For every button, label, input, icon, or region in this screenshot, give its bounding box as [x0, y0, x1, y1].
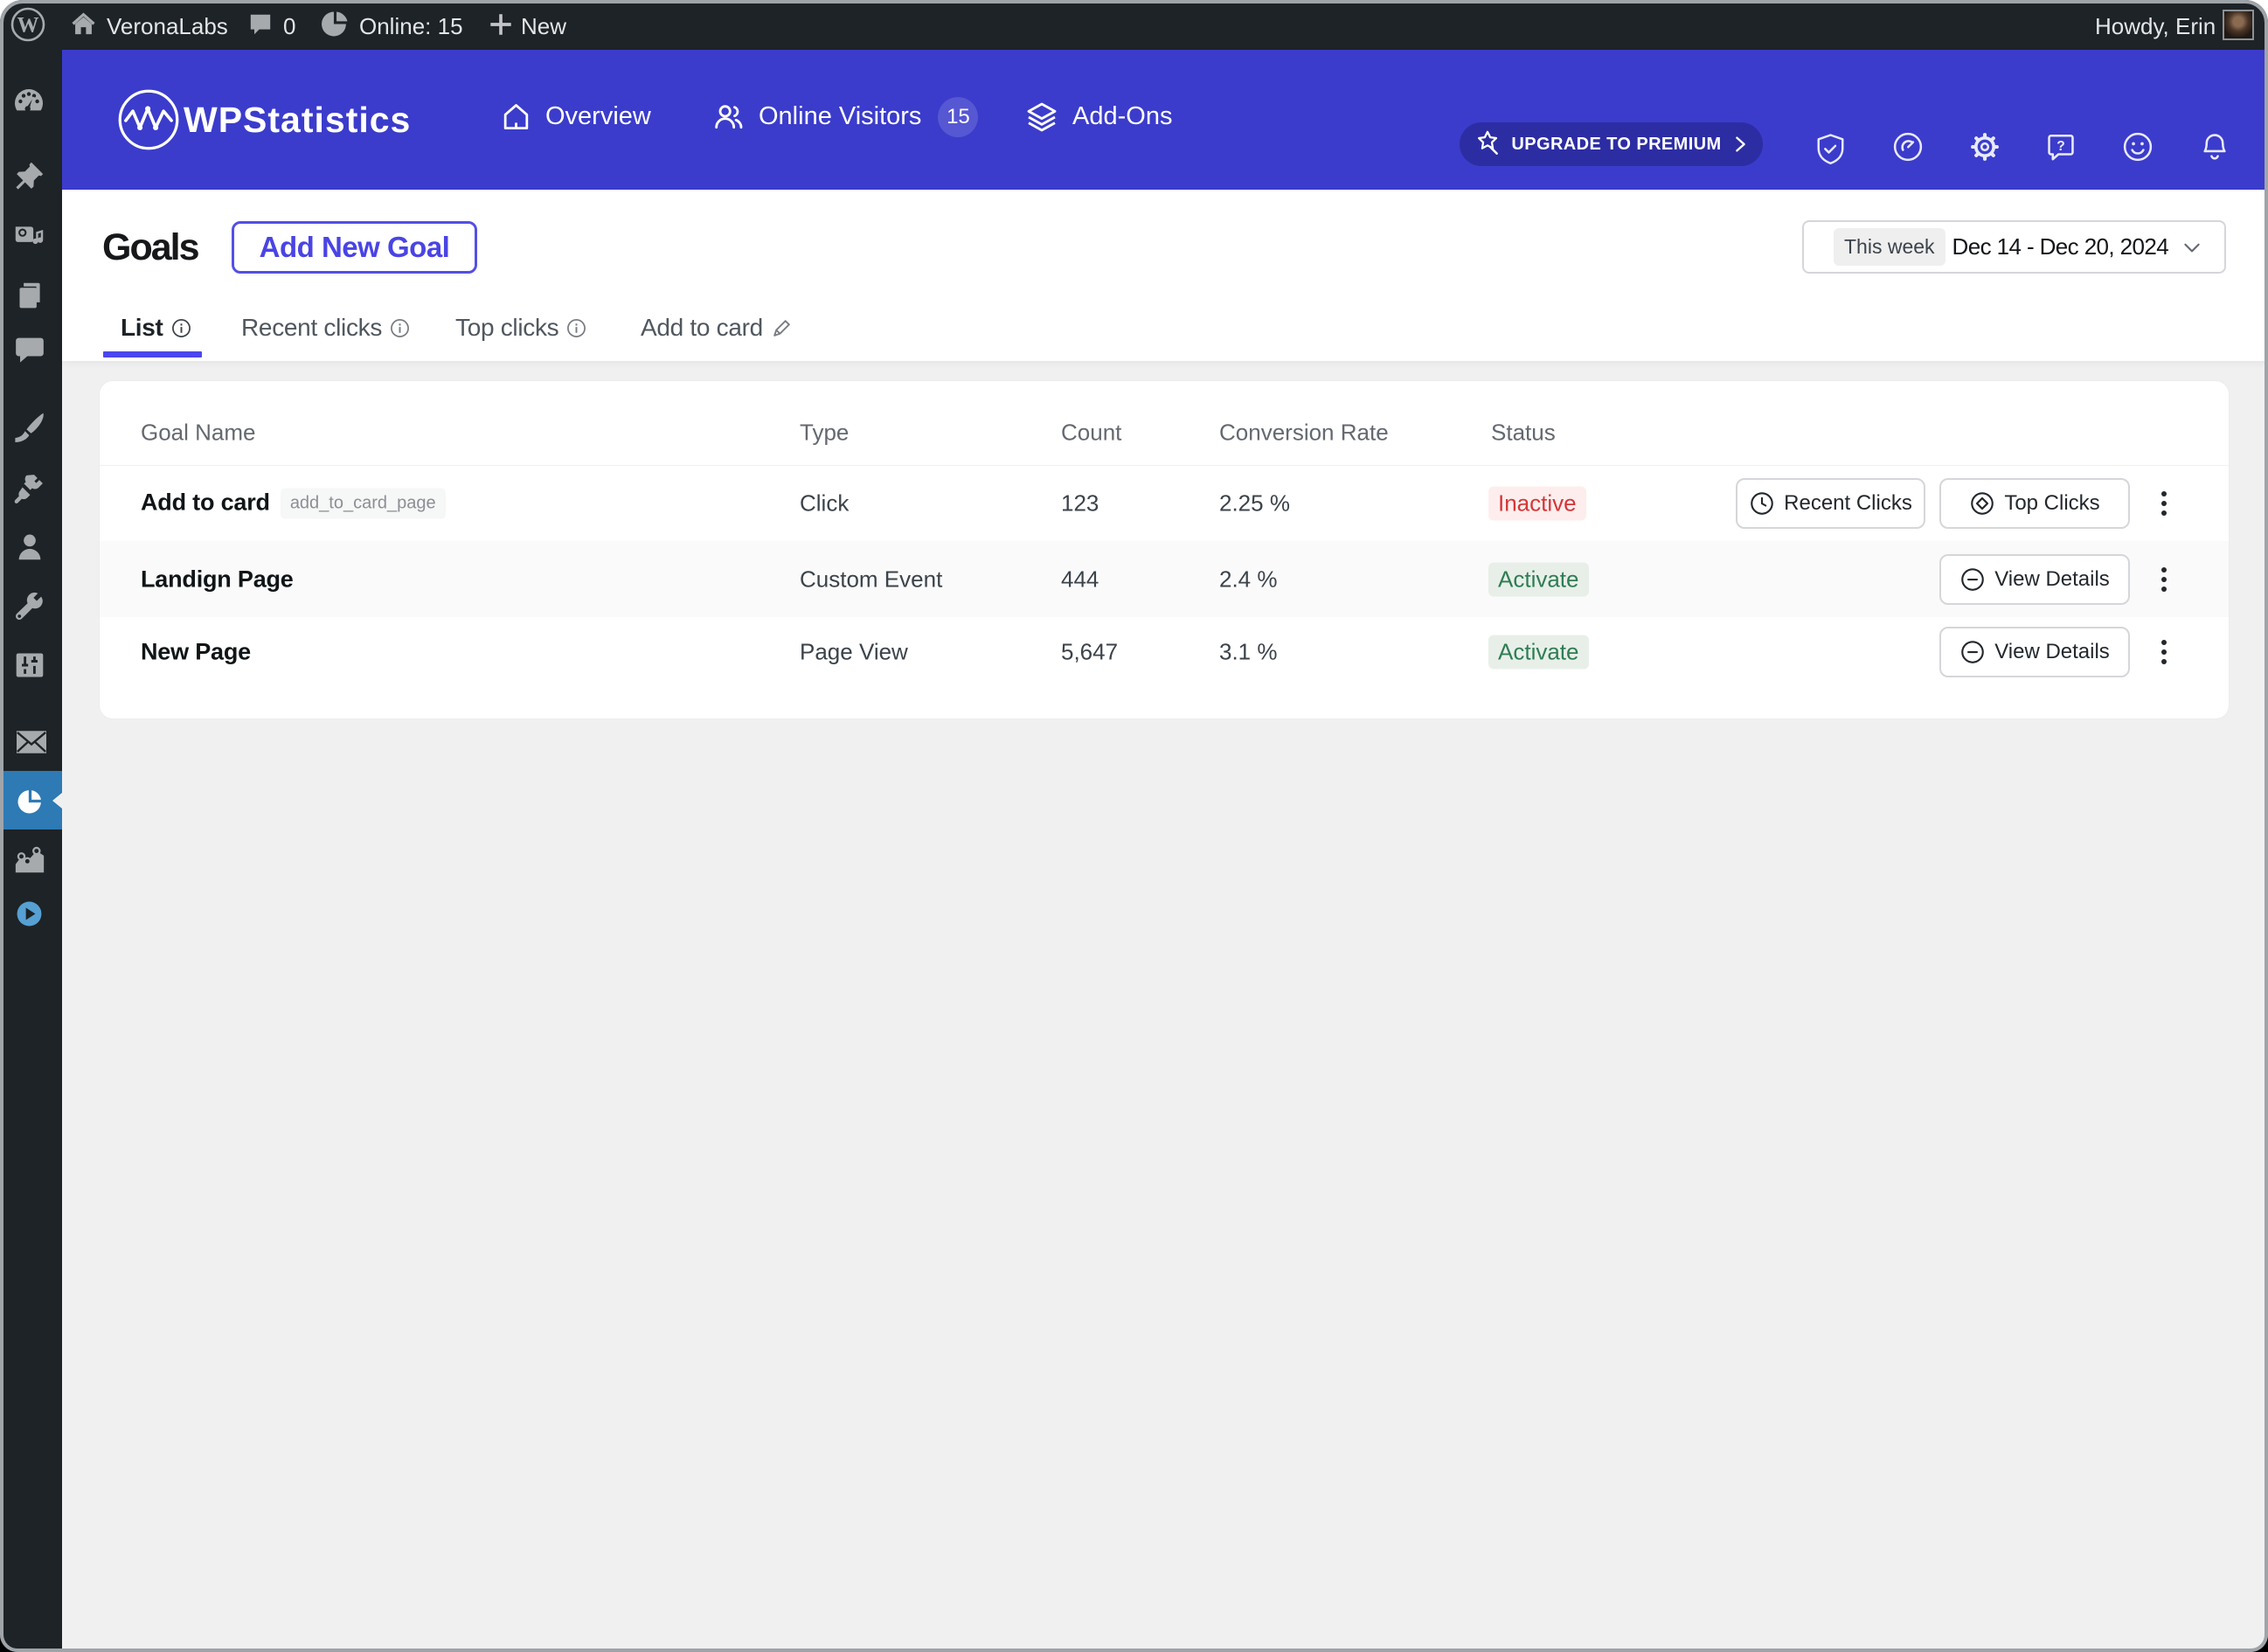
svg-text:W: W — [17, 13, 39, 37]
svg-text:?: ? — [2056, 139, 2065, 154]
